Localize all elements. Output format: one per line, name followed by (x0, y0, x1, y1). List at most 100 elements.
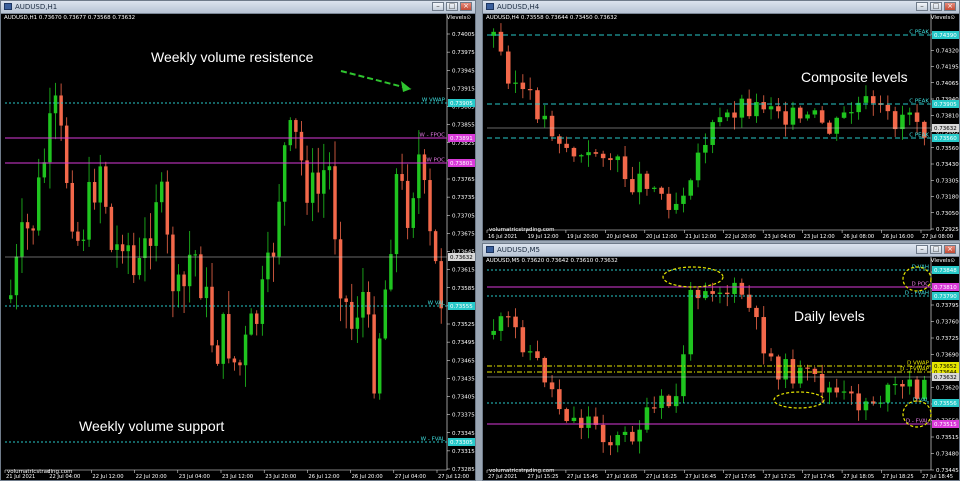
candle-body (76, 231, 80, 241)
candle-body (400, 174, 404, 181)
time-tick-label: 22 Jul 20:00 (136, 474, 167, 480)
candle-body (288, 120, 293, 146)
candle-body (355, 317, 360, 329)
watermark-label: volumatricstrading.com (7, 469, 72, 475)
candle-body (666, 395, 672, 407)
candle-body (637, 429, 642, 442)
candle-body (849, 391, 854, 394)
candle-body (819, 110, 825, 123)
candle-body (681, 354, 686, 397)
time-tick-label: 16 Jul 2021 (488, 234, 517, 240)
candle-body (695, 152, 701, 181)
price-tick-label: 0.73345 (452, 431, 475, 437)
candle-body (394, 174, 399, 255)
candle-body (294, 120, 298, 132)
indicator-label: Vlevels⊙ (930, 258, 955, 264)
candle-body (768, 353, 774, 357)
candle-body (586, 152, 591, 156)
chart-window-h1[interactable]: AUDUSD,H1 – □ × 0.74005 0.73975 0.73945 0.7… (0, 0, 476, 481)
symbol-info: AUDUSD,H1 0.73670 0.73677 0.73568 0.7363… (4, 15, 136, 21)
time-tick-label: 27 Jul 18:25 (883, 474, 914, 480)
price-chart[interactable]: 0.740050.739750.739450.739150.738850.738… (1, 1, 476, 481)
time-tick-label: 27 Jul 17:05 (725, 474, 756, 480)
candle-body (221, 314, 225, 364)
candle-body (389, 254, 393, 290)
candle-body (310, 172, 315, 203)
candle-body (527, 351, 533, 353)
candle-body (586, 416, 591, 428)
candle-body (907, 112, 913, 115)
candle-body (70, 182, 75, 232)
level-label: W VAL (428, 301, 446, 307)
candle-body (520, 327, 526, 353)
level-price-label: 0.73810 (934, 285, 957, 291)
chart-window-m5[interactable]: AUDUSD,M5 – □ × 0.738650.738300.737950.7… (482, 243, 960, 481)
candle-body (14, 256, 19, 296)
candle-body (900, 383, 905, 387)
level-price-label: 0.73905 (450, 101, 473, 107)
level-price-label: 0.73848 (934, 268, 957, 274)
price-chart[interactable]: 0.738650.738300.737950.737600.737250.736… (483, 244, 960, 481)
candle-body (104, 166, 108, 207)
price-tick-label: 0.73050 (936, 211, 959, 217)
candle-body (630, 179, 635, 193)
price-tick-label: 0.74005 (452, 32, 475, 38)
candle-body (732, 282, 737, 295)
candle-body (885, 104, 891, 112)
time-tick-label: 23 Jul 12:00 (222, 474, 253, 480)
candle-body (377, 338, 382, 394)
time-tick-label: 23 Jul 04:00 (764, 234, 795, 240)
candle-body (344, 298, 348, 302)
candle-body (505, 316, 511, 318)
level-price-label: 0.73632 (934, 126, 957, 132)
candle-body (520, 82, 526, 90)
candle-body (688, 289, 694, 355)
candle-body (109, 206, 114, 250)
candle-body (593, 152, 599, 154)
price-tick-label: 0.74065 (936, 81, 959, 87)
price-tick-label: 0.73945 (452, 68, 475, 74)
candle-body (900, 114, 905, 130)
time-tick-label: 23 Jul 20:00 (265, 474, 296, 480)
candle-body (366, 291, 371, 315)
candle-body (64, 125, 69, 183)
level-price-label: 0.73891 (450, 136, 473, 142)
price-tick-label: 0.73765 (452, 177, 475, 183)
candle-body (115, 244, 119, 250)
candle-body (776, 356, 781, 380)
candle-body (739, 282, 745, 295)
candle-body (187, 254, 192, 287)
candle-body (651, 187, 657, 189)
candle-body (210, 286, 214, 346)
chart-window-h4[interactable]: AUDUSD,H4 – □ × 0.744450.743200.741950.7… (482, 0, 960, 241)
candle-body (659, 187, 664, 194)
candle-body (557, 136, 562, 144)
candle-body (227, 314, 231, 359)
candle-body (42, 162, 47, 178)
candle-body (703, 291, 708, 299)
time-tick-label: 22 Jul 20:00 (725, 234, 756, 240)
candle-body (805, 367, 810, 369)
price-chart[interactable]: 0.744450.743200.741950.740650.739400.738… (483, 1, 960, 241)
candle-body (20, 222, 24, 257)
price-tick-label: 0.72925 (936, 227, 959, 233)
annotation-composite: Composite levels (801, 69, 908, 85)
candle-body (535, 90, 540, 120)
candle-body (204, 286, 209, 299)
candle-body (608, 158, 613, 161)
time-tick-label: 20 Jul 04:00 (606, 234, 637, 240)
candle-body (761, 317, 767, 354)
price-tick-label: 0.73495 (452, 340, 475, 346)
price-tick-label: 0.73735 (452, 195, 475, 201)
candle-body (724, 292, 730, 295)
candle-body (143, 238, 147, 259)
price-tick-label: 0.73285 (452, 467, 475, 473)
candle-body (710, 291, 715, 294)
candle-body (834, 387, 840, 393)
time-tick-label: 27 Jul 15:45 (567, 474, 598, 480)
candle-body (907, 379, 913, 387)
price-tick-label: 0.73180 (936, 195, 959, 201)
candle-body (411, 198, 415, 228)
level-label: C PEAK (909, 99, 929, 105)
candle-body (615, 156, 621, 161)
